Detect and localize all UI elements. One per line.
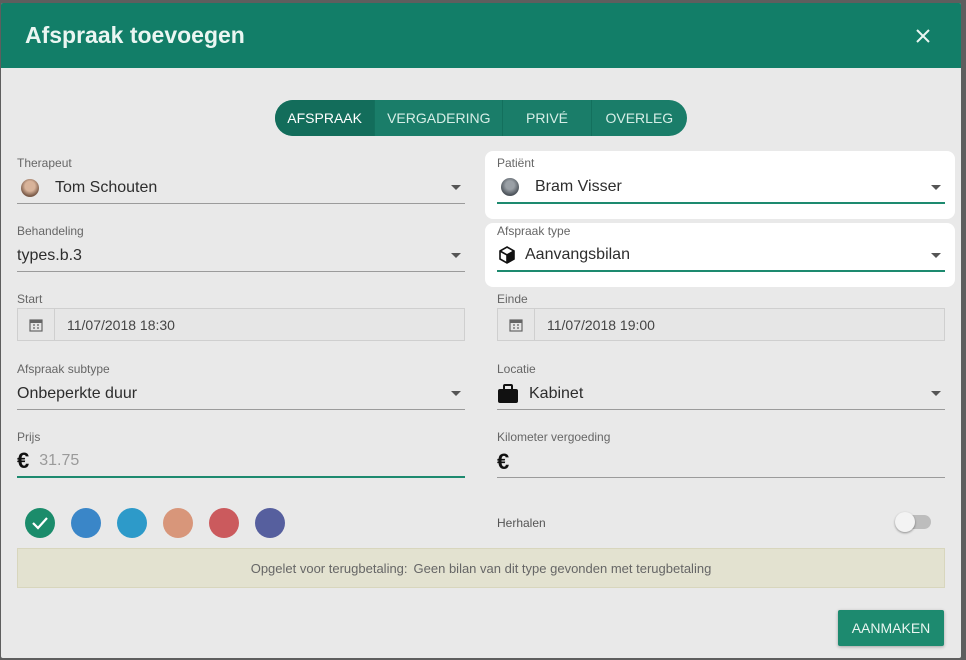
afspraak-type-label: Afspraak type	[497, 224, 571, 238]
prijs-label: Prijs	[17, 430, 41, 444]
add-appointment-dialog: Afspraak toevoegen AFSPRAAK VERGADERING …	[1, 3, 961, 658]
chevron-down-icon	[931, 185, 941, 190]
color-swatch-green-selected[interactable]	[25, 508, 55, 538]
behandeling-select[interactable]: types.b.3	[17, 240, 465, 272]
einde-label: Einde	[497, 292, 528, 306]
chevron-down-icon	[451, 253, 461, 258]
kilometer-input[interactable]: €	[497, 446, 945, 478]
subtype-select[interactable]: Onbeperkte duur	[17, 378, 465, 410]
close-icon[interactable]	[909, 22, 937, 50]
einde-datetime-input[interactable]: 11/07/2018 19:00	[497, 308, 945, 341]
tab-vergadering[interactable]: VERGADERING	[374, 100, 502, 136]
chevron-down-icon	[451, 185, 461, 190]
warning-prefix: Opgelet voor terugbetaling:	[250, 560, 408, 576]
briefcase-icon	[497, 383, 519, 404]
locatie-select[interactable]: Kabinet	[497, 378, 945, 410]
therapist-avatar	[21, 178, 39, 197]
herhalen-toggle[interactable]	[895, 512, 931, 532]
euro-icon: €	[497, 448, 510, 474]
patient-label: Patiënt	[497, 156, 535, 170]
calendar-icon	[18, 309, 55, 340]
therapeut-label: Therapeut	[17, 156, 72, 170]
chevron-down-icon	[451, 391, 461, 396]
tab-prive[interactable]: PRIVÉ	[502, 100, 590, 136]
color-swatch-blue[interactable]	[71, 508, 101, 538]
tab-afspraak[interactable]: AFSPRAAK	[275, 100, 375, 136]
color-swatch-light-blue[interactable]	[117, 508, 147, 538]
behandeling-label: Behandeling	[17, 224, 84, 238]
subtype-value: Onbeperkte duur	[17, 384, 138, 402]
color-swatch-indigo[interactable]	[255, 508, 285, 538]
kilometer-label: Kilometer vergoeding	[497, 430, 611, 444]
herhalen-label: Herhalen	[497, 516, 546, 530]
warning-message: Geen bilan van dit type gevonden met ter…	[413, 560, 712, 576]
prijs-input[interactable]: € 31.75	[17, 446, 465, 478]
prijs-placeholder: 31.75	[39, 452, 80, 469]
chevron-down-icon	[931, 391, 941, 396]
chevron-down-icon	[931, 253, 941, 258]
dialog-title: Afspraak toevoegen	[25, 22, 245, 48]
start-datetime-input[interactable]: 11/07/2018 18:30	[17, 308, 465, 341]
therapeut-value: Tom Schouten	[55, 178, 158, 196]
euro-icon: €	[17, 448, 30, 473]
calendar-icon	[498, 309, 535, 340]
einde-value: 11/07/2018 19:00	[547, 316, 655, 333]
locatie-label: Locatie	[497, 362, 536, 376]
subtype-label: Afspraak subtype	[17, 362, 110, 376]
create-button[interactable]: AANMAKEN	[838, 610, 944, 646]
color-swatch-red[interactable]	[209, 508, 239, 538]
therapeut-select[interactable]: Tom Schouten	[17, 172, 465, 204]
tab-overleg[interactable]: OVERLEG	[590, 100, 687, 136]
afspraak-type-value: Aanvangsbilan	[525, 246, 630, 263]
afspraak-type-select[interactable]: Aanvangsbilan	[497, 240, 945, 272]
color-swatch-peach[interactable]	[163, 508, 193, 538]
start-value: 11/07/2018 18:30	[67, 316, 175, 333]
reimbursement-warning: Opgelet voor terugbetaling: Geen bilan v…	[17, 548, 945, 588]
cube-icon	[497, 245, 517, 265]
toggle-knob	[895, 512, 915, 532]
start-label: Start	[17, 292, 43, 306]
patient-value: Bram Visser	[535, 178, 622, 195]
check-icon	[32, 517, 48, 530]
dialog-header: Afspraak toevoegen	[1, 3, 961, 68]
appointment-type-tabs: AFSPRAAK VERGADERING PRIVÉ OVERLEG	[275, 100, 687, 136]
patient-select[interactable]: Bram Visser	[497, 172, 945, 204]
locatie-value: Kabinet	[529, 384, 584, 402]
patient-avatar	[501, 178, 519, 196]
behandeling-value: types.b.3	[17, 246, 82, 264]
